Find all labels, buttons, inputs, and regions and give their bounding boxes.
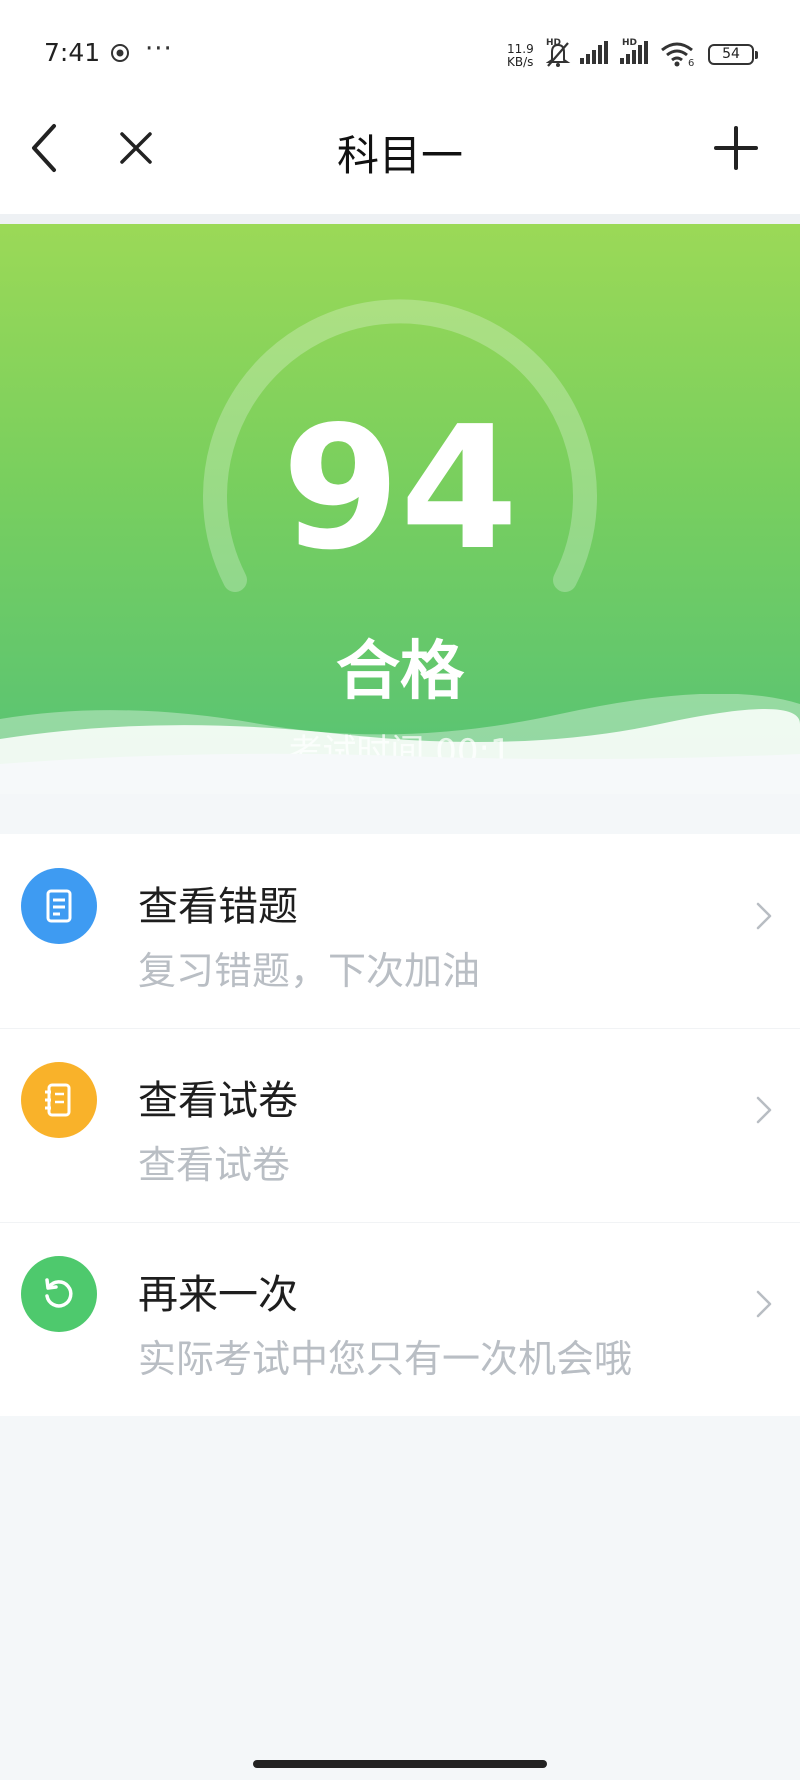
- status-more-icon: ···: [145, 34, 173, 64]
- action-list: 查看错题 复习错题，下次加油 查看试卷 查看试卷 再来一次 实际考试中您只有一次…: [0, 834, 800, 1416]
- navigation-bar: 科目一: [0, 100, 800, 214]
- icon-circle: [21, 1256, 97, 1332]
- app-notification-icon: [111, 44, 129, 62]
- status-bar: 7:41 ··· 11.9 KB/s HD HD 6 54: [0, 0, 800, 100]
- chevron-right-icon: [756, 1096, 772, 1124]
- view-paper-item[interactable]: 查看试卷 查看试卷: [0, 1028, 800, 1222]
- home-indicator[interactable]: [253, 1760, 547, 1768]
- retry-icon: [45, 1278, 73, 1308]
- action-subtitle: 查看试卷: [138, 1143, 291, 1187]
- wifi-badge: 6: [688, 58, 695, 69]
- notebook-icon: [45, 1083, 71, 1117]
- network-speed: 11.9 KB/s: [507, 43, 534, 69]
- signal-icon-1: [580, 41, 608, 64]
- battery-icon: 54: [708, 44, 758, 65]
- score-hero: 94 合格 考试时间 00:1: [0, 224, 800, 794]
- status-time: 7:41: [44, 38, 101, 67]
- wave-decoration: [0, 694, 800, 794]
- signal-1-label: HD: [546, 38, 562, 48]
- action-subtitle: 复习错题，下次加油: [138, 949, 481, 993]
- nav-divider: [0, 214, 800, 224]
- network-speed-unit: KB/s: [507, 55, 534, 69]
- score-value: 94: [281, 390, 519, 588]
- action-title: 再来一次: [138, 1272, 298, 1318]
- page-title: 科目一: [336, 131, 463, 180]
- icon-circle: [21, 1062, 97, 1138]
- review-mistakes-item[interactable]: 查看错题 复习错题，下次加油: [0, 834, 800, 1028]
- signal-2-label: HD: [622, 38, 638, 48]
- action-title: 查看试卷: [138, 1078, 298, 1124]
- chevron-right-icon: [756, 1290, 772, 1318]
- icon-circle: [21, 868, 97, 944]
- action-subtitle: 实际考试中您只有一次机会哦: [138, 1337, 633, 1381]
- chevron-right-icon: [756, 902, 772, 930]
- document-list-icon: [46, 889, 72, 923]
- retry-item[interactable]: 再来一次 实际考试中您只有一次机会哦: [0, 1222, 800, 1416]
- action-title: 查看错题: [138, 884, 298, 930]
- status-icons: [546, 41, 693, 67]
- add-icon[interactable]: [712, 124, 760, 172]
